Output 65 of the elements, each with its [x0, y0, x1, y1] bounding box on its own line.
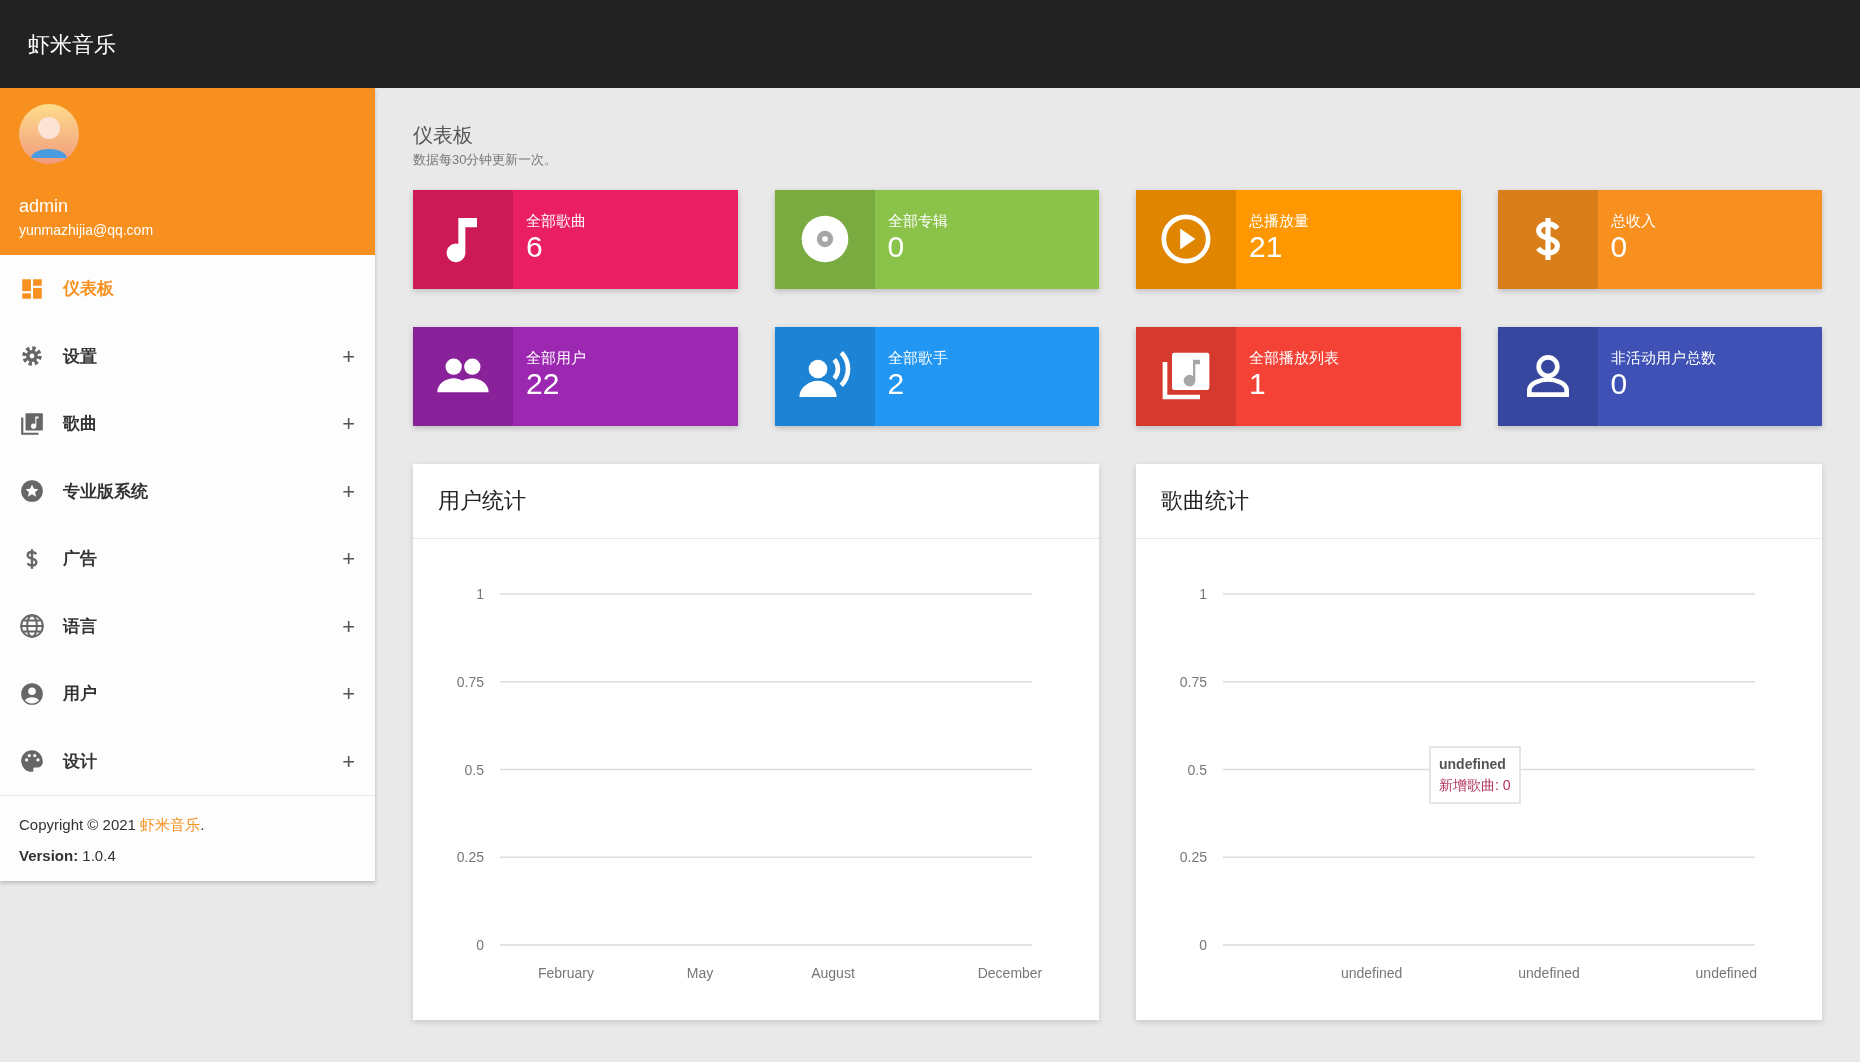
page-title: 仪表板: [413, 123, 474, 148]
y-axis-label: 1: [476, 585, 484, 602]
stat-label: 全部歌曲: [526, 211, 586, 230]
expand-toggle[interactable]: +: [342, 474, 355, 508]
expand-toggle[interactable]: +: [342, 744, 355, 778]
page-subtitle: 数据每30分钟更新一次。: [413, 151, 559, 169]
y-axis-label: 0.25: [1179, 848, 1207, 865]
stat-value: 1: [1249, 366, 1267, 400]
x-axis-label: undefined: [1695, 964, 1758, 981]
user-name: admin: [19, 195, 70, 218]
y-axis-label: 0: [1199, 936, 1207, 953]
y-axis-label: 1: [1199, 585, 1207, 602]
x-axis-label: undefined: [1518, 964, 1580, 981]
sidebar-item[interactable]: 设置 +: [0, 322, 375, 390]
sidebar-item[interactable]: 用户 +: [0, 660, 375, 728]
app-title: 虾米音乐: [28, 30, 116, 59]
stat-label: 总收入: [1610, 211, 1656, 230]
stat-label: 全部专辑: [887, 211, 948, 230]
user-email: yunmazhijia@qq.com: [19, 221, 155, 240]
copyright-text: Copyright © 2021: [19, 816, 137, 833]
chart-title: 歌曲统计: [1161, 487, 1249, 513]
stat-label: 全部播放列表: [1249, 348, 1339, 367]
palette-icon: [19, 748, 45, 775]
stat-value: 22: [526, 366, 561, 400]
period-text: .: [200, 816, 205, 833]
stat-value: 0: [1610, 229, 1629, 263]
stat-value: 21: [1249, 229, 1284, 263]
stat-value: 0: [1610, 366, 1629, 400]
y-axis-label: 0: [476, 936, 484, 953]
tooltip-value: 新增歌曲: 0: [1439, 775, 1511, 795]
stat-label: 全部歌手: [887, 348, 948, 367]
stat-value: 0: [887, 229, 906, 263]
sidebar-item[interactable]: 专业版系统 +: [0, 457, 375, 525]
x-axis-label: May: [686, 964, 714, 981]
globe-icon: [19, 613, 45, 640]
avatar-icon: [19, 104, 79, 164]
sidebar-item[interactable]: 设计 +: [0, 727, 375, 795]
music-library-icon: [19, 410, 45, 437]
stat-label: 总播放量: [1249, 211, 1309, 230]
stat-label: 全部用户: [526, 348, 586, 367]
stat-value: 6: [526, 229, 544, 263]
user-icon: [19, 680, 45, 707]
expand-toggle[interactable]: +: [342, 339, 355, 373]
stat-label: 非活动用户总数: [1610, 348, 1716, 367]
y-axis-label: 0.5: [1187, 761, 1207, 777]
expand-toggle[interactable]: +: [342, 609, 355, 643]
expand-toggle[interactable]: +: [342, 407, 355, 441]
sidebar-item[interactable]: 歌曲 +: [0, 390, 375, 458]
sidebar-item[interactable]: 语言 +: [0, 592, 375, 660]
sidebar-item[interactable]: 广告 +: [0, 525, 375, 593]
expand-toggle[interactable]: +: [342, 542, 355, 576]
y-axis-label: 0.75: [1179, 673, 1207, 690]
x-axis-label: undefined: [1340, 964, 1403, 981]
y-axis-label: 0.5: [464, 761, 484, 777]
y-axis-label: 0.25: [456, 848, 484, 865]
x-axis-label: August: [811, 964, 855, 981]
x-axis-label: December: [977, 964, 1043, 981]
tooltip-title: undefined: [1439, 754, 1507, 774]
stat-value: 2: [887, 366, 906, 400]
expand-toggle[interactable]: +: [342, 677, 355, 711]
version-number: 1.0.4: [82, 846, 116, 864]
version-label: Version:: [19, 846, 79, 864]
x-axis-label: February: [538, 964, 594, 981]
y-axis-label: 0.75: [456, 673, 484, 690]
chart-title: 用户统计: [438, 487, 526, 513]
